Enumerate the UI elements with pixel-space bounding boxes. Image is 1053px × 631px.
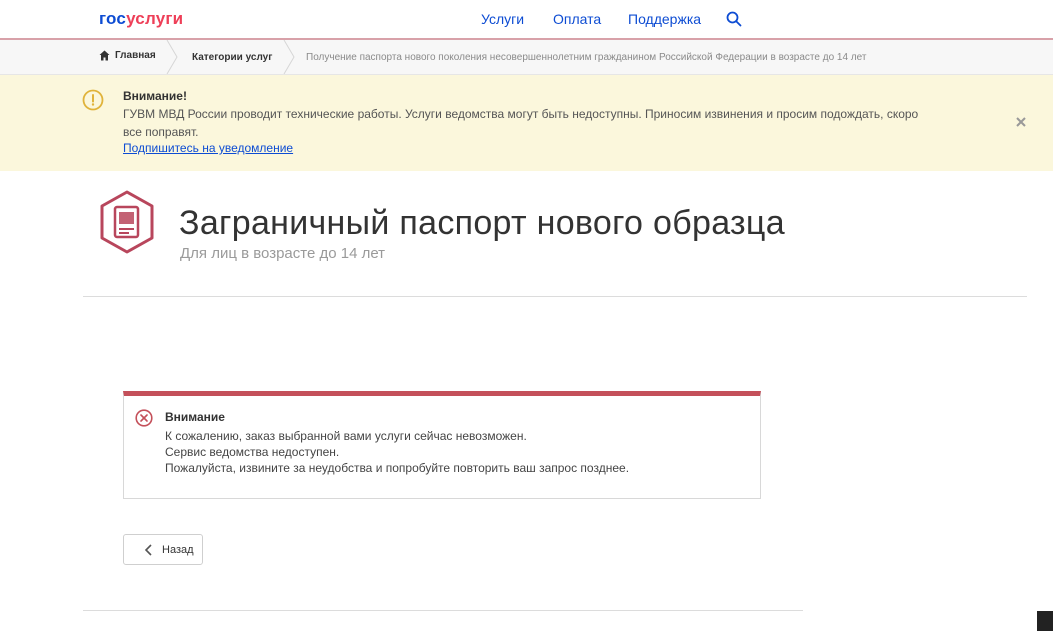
section-divider — [83, 296, 1027, 297]
home-icon — [99, 50, 110, 61]
top-header: госуслуги Услуги Оплата Поддержка — [0, 0, 1053, 40]
passport-icon — [100, 190, 154, 254]
nav-payment-link[interactable]: Оплата — [553, 11, 601, 27]
exclamation-circle-icon — [82, 89, 104, 111]
banner-text: ГУВМ МВД России проводит технические раб… — [123, 107, 919, 139]
nav-services-link[interactable]: Услуги — [481, 11, 524, 27]
footer-divider — [83, 610, 803, 611]
maintenance-warning-banner: Внимание! ГУВМ МВД России проводит техни… — [0, 75, 1053, 171]
close-icon[interactable] — [1014, 115, 1028, 129]
breadcrumb: Главная Категории услуг Получение паспор… — [0, 40, 1053, 75]
alert-message-line: Пожалуйста, извините за неудобства и поп… — [165, 461, 630, 475]
breadcrumb-home[interactable]: Главная — [99, 50, 156, 61]
alert-message-line: К сожалению, заказ выбранной вами услуги… — [165, 429, 527, 443]
back-button-label: Назад — [162, 543, 194, 556]
page-title: Заграничный паспорт нового образца — [179, 204, 785, 242]
alert-title: Внимание — [165, 410, 225, 424]
search-icon[interactable] — [725, 10, 743, 28]
alert-message-line: Сервис ведомства недоступен. — [165, 445, 340, 459]
back-button[interactable]: Назад — [123, 534, 203, 565]
page-subtitle: Для лиц в возрасте до 14 лет — [180, 245, 386, 262]
breadcrumb-separator-icon — [283, 40, 295, 74]
breadcrumb-current: Получение паспорта нового поколения несо… — [306, 52, 867, 63]
gosuslugi-logo[interactable]: госуслуги — [99, 9, 183, 29]
service-unavailable-alert: Внимание К сожалению, заказ выбранной ва… — [123, 391, 761, 499]
corner-badge — [1037, 611, 1053, 631]
chevron-left-icon — [144, 543, 152, 556]
nav-support-link[interactable]: Поддержка — [628, 11, 701, 27]
subscribe-notification-link[interactable]: Подпишитесь на уведомление — [123, 141, 293, 155]
banner-title: Внимание! — [123, 89, 187, 103]
breadcrumb-home-label: Главная — [115, 50, 156, 61]
logo-part-uslugi: услуги — [126, 9, 184, 28]
error-x-circle-icon — [135, 409, 153, 427]
breadcrumb-categories[interactable]: Категории услуг — [192, 52, 272, 63]
logo-part-gos: гос — [99, 9, 127, 28]
breadcrumb-separator-icon — [166, 40, 178, 74]
